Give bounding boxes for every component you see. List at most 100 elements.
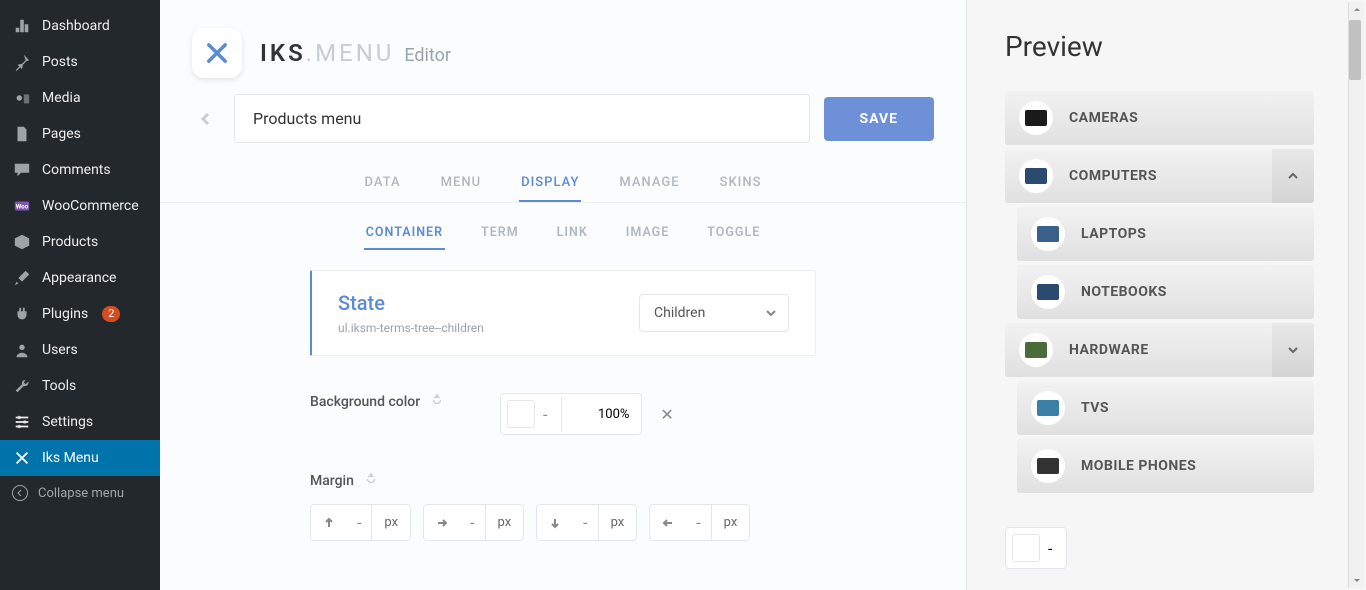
margin-bottom-input[interactable]: - px	[536, 504, 637, 541]
media-icon	[12, 88, 32, 108]
opacity-input[interactable]	[561, 397, 641, 432]
window-scrollbar[interactable]	[1348, 2, 1364, 588]
color-swatch	[507, 400, 535, 428]
tab-display[interactable]: DISPLAY	[519, 165, 581, 202]
preview-thumb	[1031, 275, 1065, 309]
preview-item[interactable]: NOTEBOOKS	[1017, 265, 1314, 319]
preview-item-label: MOBILE PHONES	[1081, 458, 1196, 474]
sidebar-item-products[interactable]: Products	[0, 224, 160, 260]
sidebar-label: Media	[42, 90, 81, 106]
dashboard-icon	[12, 16, 32, 36]
state-select-wrap: Children	[639, 294, 789, 332]
editor-main: IKS.MENU Editor SAVE DATA MENU DISPLAY M…	[160, 0, 966, 590]
woocommerce-icon: Woo	[12, 196, 32, 216]
sidebar-item-users[interactable]: Users	[0, 332, 160, 368]
preview-item[interactable]: MOBILE PHONES	[1017, 439, 1314, 493]
preview-item[interactable]: CAMERAS	[1005, 91, 1314, 145]
margin-top-input[interactable]: - px	[310, 504, 411, 541]
reset-icon[interactable]	[364, 471, 378, 490]
collapse-icon	[12, 485, 28, 501]
preview-item-label: COMPUTERS	[1069, 168, 1157, 184]
collapse-menu[interactable]: Collapse menu	[0, 476, 160, 510]
subtab-image[interactable]: IMAGE	[624, 217, 671, 250]
sidebar-label: Iks Menu	[42, 450, 99, 466]
preview-title: Preview	[1005, 30, 1314, 63]
menu-title-input[interactable]	[234, 94, 810, 143]
pin-icon	[12, 52, 32, 72]
arrow-down-icon	[537, 507, 573, 539]
preview-item[interactable]: HARDWARE	[1005, 323, 1314, 377]
bg-label: Background color	[310, 394, 420, 410]
sidebar-item-comments[interactable]: Comments	[0, 152, 160, 188]
subtab-container[interactable]: CONTAINER	[364, 217, 445, 250]
scrollbar-thumb[interactable]	[1349, 20, 1361, 80]
subtab-toggle[interactable]: TOGGLE	[705, 217, 762, 250]
sidebar-item-woocommerce[interactable]: Woo WooCommerce	[0, 188, 160, 224]
preview-toggle[interactable]	[1272, 149, 1314, 203]
app-title: IKS.MENU Editor	[260, 39, 451, 67]
sliders-icon	[12, 412, 32, 432]
preview-thumb	[1019, 333, 1053, 367]
sidebar-item-plugins[interactable]: Plugins 2	[0, 296, 160, 332]
tab-skins[interactable]: SKINS	[718, 165, 764, 202]
margin-left-input[interactable]: - px	[649, 504, 750, 541]
sidebar-item-appearance[interactable]: Appearance	[0, 260, 160, 296]
brush-icon	[12, 268, 32, 288]
subtab-link[interactable]: LINK	[555, 217, 590, 250]
sidebar-item-dashboard[interactable]: Dashboard	[0, 8, 160, 44]
margin-field: Margin - px - px - px	[310, 471, 816, 541]
scroll-down-icon	[1349, 572, 1365, 588]
tab-menu[interactable]: MENU	[439, 165, 483, 202]
preview-thumb	[1031, 217, 1065, 251]
preview-pane: Preview CAMERAS COMPUTERS LAPTOPSNOTEBOOKS…	[966, 0, 1366, 590]
primary-tabs: DATA MENU DISPLAY MANAGE SKINS	[160, 155, 966, 202]
sidebar-item-iks-menu[interactable]: Iks Menu	[0, 440, 160, 476]
sidebar-item-tools[interactable]: Tools	[0, 368, 160, 404]
save-button[interactable]: SAVE	[824, 97, 935, 141]
preview-item[interactable]: LAPTOPS	[1017, 207, 1314, 261]
iks-icon	[12, 448, 32, 468]
preview-item-label: TVS	[1081, 400, 1109, 416]
preview-item[interactable]: COMPUTERS	[1005, 149, 1314, 203]
sidebar-label: WooCommerce	[42, 198, 139, 214]
editor-header: IKS.MENU Editor	[160, 0, 966, 94]
logo-main: IKS	[260, 39, 306, 67]
preview-thumb	[1031, 449, 1065, 483]
color-picker[interactable]: -	[500, 393, 642, 435]
plugins-badge: 2	[102, 306, 120, 322]
scroll-up-icon	[1349, 2, 1365, 18]
sidebar-label: Users	[42, 342, 78, 358]
color-swatch	[1012, 534, 1040, 562]
preview-color-box[interactable]: -	[1005, 527, 1067, 569]
preview-thumb	[1019, 159, 1053, 193]
tab-manage[interactable]: MANAGE	[617, 165, 681, 202]
app-logo	[192, 28, 242, 78]
sidebar-label: Posts	[42, 54, 78, 70]
margin-right-input[interactable]: - px	[423, 504, 524, 541]
svg-text:Woo: Woo	[16, 203, 29, 211]
sidebar-item-settings[interactable]: Settings	[0, 404, 160, 440]
plug-icon	[12, 304, 32, 324]
reset-icon[interactable]	[430, 392, 444, 411]
sidebar-item-posts[interactable]: Posts	[0, 44, 160, 80]
preview-item[interactable]: TVS	[1017, 381, 1314, 435]
sidebar-item-media[interactable]: Media	[0, 80, 160, 116]
arrow-right-icon	[424, 507, 460, 539]
wp-admin-sidebar: Dashboard Posts Media Pages Comments Woo…	[0, 0, 160, 590]
sidebar-item-pages[interactable]: Pages	[0, 116, 160, 152]
sidebar-label: Settings	[42, 414, 93, 430]
color-value: -	[541, 405, 561, 424]
arrow-left-icon	[650, 507, 686, 539]
tab-data[interactable]: DATA	[363, 165, 403, 202]
state-dropdown[interactable]: Children	[639, 294, 789, 332]
sidebar-label: Pages	[42, 126, 81, 142]
clear-color-button[interactable]: ✕	[654, 399, 679, 430]
subtab-term[interactable]: TERM	[479, 217, 521, 250]
state-card: State ul.iksm-terms-tree--children Child…	[310, 270, 816, 356]
sidebar-label: Comments	[42, 162, 111, 178]
back-button[interactable]	[192, 105, 220, 133]
state-title: State	[338, 291, 484, 315]
settings-panel: State ul.iksm-terms-tree--children Child…	[160, 260, 966, 561]
sidebar-label: Appearance	[42, 270, 116, 286]
preview-toggle[interactable]	[1272, 323, 1314, 377]
